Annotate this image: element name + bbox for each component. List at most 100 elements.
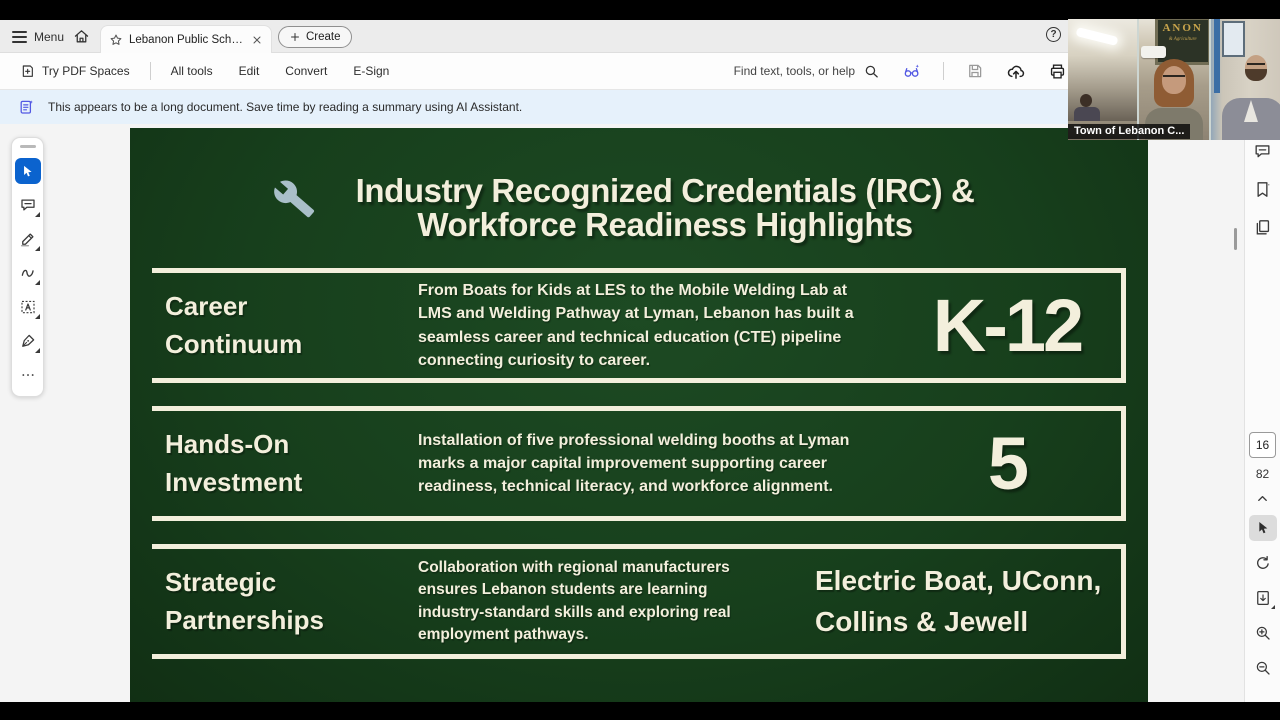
ai-summary-icon	[20, 100, 33, 114]
camera-view-speaker: ANON & Agriculture	[1137, 19, 1209, 140]
comments-panel-button[interactable]	[1249, 138, 1277, 164]
camera-view-man	[1208, 19, 1280, 140]
participant-seated	[1074, 94, 1100, 121]
draw-tool-button[interactable]	[15, 260, 41, 286]
nav-esign[interactable]: E-Sign	[353, 64, 389, 78]
ai-assistant-icon	[904, 64, 919, 77]
row-label: Career Continuum	[165, 291, 303, 359]
rotate-page-button[interactable]	[1249, 550, 1277, 576]
pdf-spaces-icon	[22, 65, 33, 77]
toolbar-divider-2	[943, 62, 944, 80]
more-tools-button[interactable]	[15, 362, 41, 388]
row-label: Strategic Partnerships	[165, 567, 324, 635]
ceiling-light	[1075, 27, 1119, 46]
find-placeholder: Find text, tools, or help	[733, 64, 855, 78]
highlighter-icon	[20, 233, 34, 247]
ai-assistant-button[interactable]	[902, 62, 921, 81]
camera-view-room	[1068, 19, 1138, 140]
fill-sign-tool-button[interactable]	[15, 328, 41, 354]
toolbar-left-group: Try PDF Spaces All tools Edit Convert E-…	[20, 53, 389, 89]
try-pdf-spaces-label: Try PDF Spaces	[42, 64, 130, 78]
hamburger-icon	[12, 31, 27, 43]
highlight-tool-button[interactable]	[15, 226, 41, 252]
freehand-draw-icon	[21, 269, 34, 277]
printer-icon	[1050, 63, 1065, 79]
letterbox-bottom	[0, 702, 1280, 720]
screen: { "chrome": { "menu_label": "Menu", "tab…	[0, 0, 1280, 720]
panel-drag-handle[interactable]	[19, 145, 36, 148]
fountain-pen-icon	[21, 334, 34, 347]
lebanon-sign: ANON & Agriculture	[1154, 19, 1209, 65]
try-pdf-spaces-button[interactable]: Try PDF Spaces	[20, 63, 130, 79]
sign-text-line2: & Agriculture	[1168, 37, 1197, 42]
current-page-input[interactable]: 16	[1249, 432, 1276, 458]
row-stat: 5	[987, 422, 1029, 506]
row-stat: Electric Boat, UConn, Collins & Jewell	[815, 565, 1102, 637]
comment-tool-button[interactable]	[15, 192, 41, 218]
slide-row-career-continuum: Career Continuum From Boats for Kids at …	[152, 268, 1126, 384]
text-selection-icon	[20, 300, 35, 314]
slide-title-line1: Industry Recognized Credentials (IRC) &	[355, 172, 975, 209]
save-icon	[969, 64, 982, 78]
comments-icon	[1255, 144, 1270, 157]
page-thumbnails-button[interactable]	[1249, 214, 1277, 240]
cloud-upload-icon	[1007, 65, 1025, 79]
nav-convert[interactable]: Convert	[285, 64, 327, 78]
air-conditioner	[1141, 46, 1167, 58]
quick-tools-panel	[11, 137, 44, 397]
text-select-tool-button[interactable]	[15, 294, 41, 320]
comment-icon	[20, 199, 35, 211]
close-tab-icon[interactable]	[251, 34, 263, 46]
document-viewport[interactable]: Industry Recognized Credentials (IRC) & …	[0, 124, 1244, 702]
create-label: Create	[306, 31, 341, 43]
ellipsis-icon	[21, 374, 34, 376]
bookmark-icon	[1257, 181, 1270, 197]
zoom-out-button[interactable]	[1249, 655, 1277, 681]
zoom-in-icon	[1256, 626, 1270, 640]
row-label: Hands-On Investment	[165, 429, 303, 497]
glasses	[1162, 75, 1185, 79]
fit-page-icon	[1256, 590, 1269, 606]
create-button[interactable]: Create	[278, 26, 352, 48]
pages-icon	[1256, 219, 1270, 235]
selection-mode-button[interactable]	[1248, 515, 1277, 541]
slide-title-block: Industry Recognized Credentials (IRC) & …	[130, 128, 1148, 241]
video-caption: Town of Lebanon C...	[1068, 124, 1191, 139]
row-stat: K-12	[932, 284, 1084, 368]
star-icon[interactable]	[109, 33, 123, 47]
bookmarks-panel-button[interactable]	[1249, 176, 1277, 202]
slide-row-hands-on-investment: Hands-On Investment Installation of five…	[152, 406, 1126, 522]
fit-page-button[interactable]	[1249, 585, 1277, 611]
previous-page-button[interactable]	[1249, 490, 1277, 506]
share-upload-button[interactable]	[1006, 61, 1026, 81]
print-button[interactable]	[1048, 62, 1067, 81]
select-tool-button[interactable]	[14, 158, 41, 184]
refresh-icon	[1256, 555, 1269, 569]
home-button[interactable]	[73, 28, 90, 45]
meeting-video-overlay[interactable]: ANON & Agriculture Town of Lebanon C...	[1068, 19, 1280, 140]
document-tab[interactable]: Lebanon Public Schools ...	[100, 25, 272, 53]
find-field[interactable]: Find text, tools, or help	[734, 63, 880, 80]
slide-page: Industry Recognized Credentials (IRC) & …	[130, 128, 1148, 702]
glasses	[1246, 63, 1265, 66]
row-body: Installation of five professional weldin…	[418, 431, 850, 496]
nav-all-tools[interactable]: All tools	[171, 64, 213, 78]
home-icon	[74, 30, 89, 43]
right-rail: 16 82	[1244, 124, 1280, 702]
toolbar-right-group: Find text, tools, or help	[734, 53, 1067, 89]
zoom-in-button[interactable]	[1249, 620, 1277, 646]
plus-icon	[291, 33, 299, 41]
menu-button[interactable]: Menu	[12, 26, 64, 48]
total-pages-label: 82	[1255, 467, 1270, 481]
nav-edit[interactable]: Edit	[239, 64, 260, 78]
current-page-value: 16	[1255, 438, 1270, 452]
page-navigation-cluster: 16 82	[1245, 432, 1280, 681]
scrollbar-thumb[interactable]	[1234, 228, 1237, 250]
slide-rows: Career Continuum From Boats for Kids at …	[152, 268, 1126, 660]
tab-title: Lebanon Public Schools ...	[129, 33, 245, 46]
wrench-icon	[274, 180, 315, 218]
chevron-up-icon	[1258, 495, 1267, 501]
help-button[interactable]: ?	[1046, 27, 1061, 42]
save-button[interactable]	[966, 62, 984, 80]
slide-title: Industry Recognized Credentials (IRC) & …	[325, 174, 1005, 241]
